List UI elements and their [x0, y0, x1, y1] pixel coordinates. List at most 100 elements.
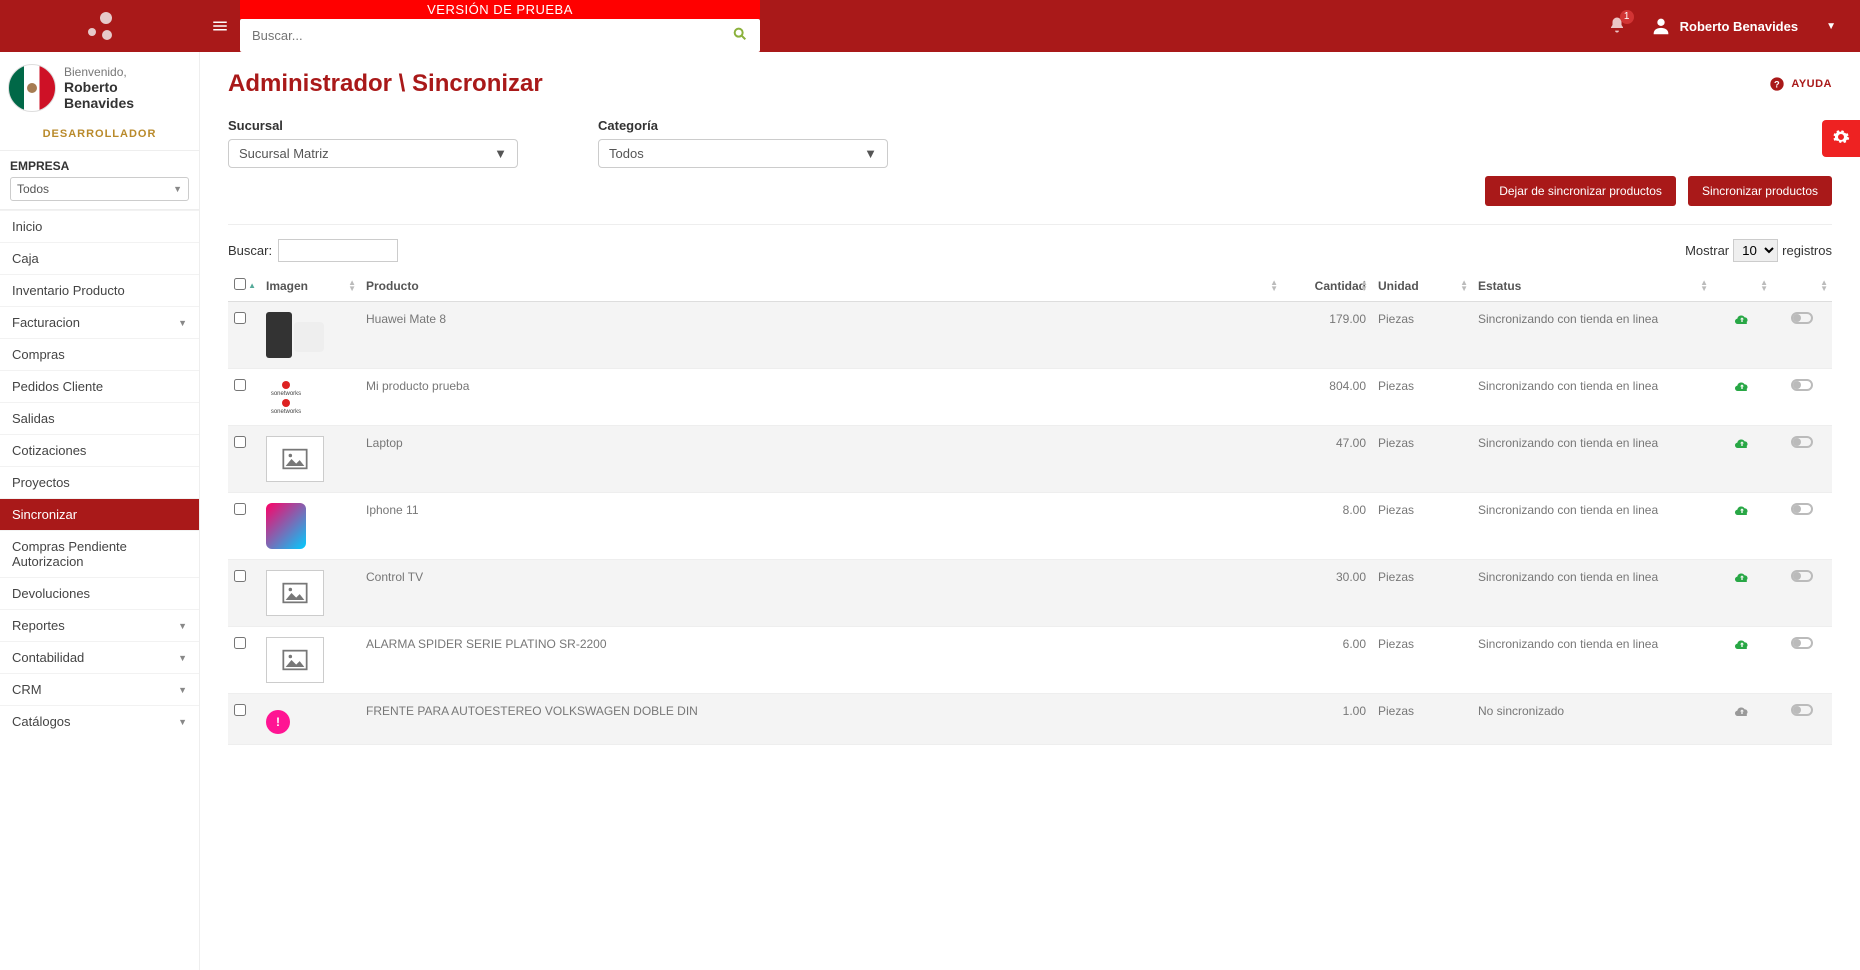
search-area: VERSIÓN DE PRUEBA [240, 0, 760, 52]
menu-toggle[interactable] [200, 0, 240, 52]
cell-unidad: Piezas [1372, 694, 1472, 745]
nav-item-label: Facturacion [12, 315, 80, 330]
nav-item-pedidos-cliente[interactable]: Pedidos Cliente [0, 370, 199, 402]
nav-item-cotizaciones[interactable]: Cotizaciones [0, 434, 199, 466]
nav-item-compras-pendiente-autorizacion[interactable]: Compras Pendiente Autorizacion [0, 530, 199, 577]
search-box [240, 19, 760, 52]
row-checkbox[interactable] [234, 570, 246, 582]
table-row: Control TV30.00PiezasSincronizando con t… [228, 560, 1832, 627]
nav-item-label: Pedidos Cliente [12, 379, 103, 394]
show-suffix: registros [1782, 243, 1832, 258]
user-menu[interactable]: Roberto Benavides ▼ [1650, 15, 1836, 37]
nav-item-inventario-producto[interactable]: Inventario Producto [0, 274, 199, 306]
sync-toggle[interactable] [1791, 436, 1813, 448]
help-label: AYUDA [1791, 78, 1832, 90]
col-toggle[interactable]: ▲▼ [1772, 270, 1832, 302]
col-producto[interactable]: Producto▲▼ [360, 270, 1282, 302]
chevron-down-icon: ▼ [178, 621, 187, 631]
products-table: ▲ Imagen▲▼ Producto▲▼ Cantidad▲▼ Unidad▲… [228, 270, 1832, 745]
nav-item-salidas[interactable]: Salidas [0, 402, 199, 434]
table-search-input[interactable] [278, 239, 398, 262]
cloud-upload-icon[interactable] [1732, 384, 1752, 398]
sync-toggle[interactable] [1791, 704, 1813, 716]
logo[interactable] [0, 0, 200, 52]
cell-estatus: Sincronizando con tienda en linea [1472, 426, 1712, 493]
user-name: Roberto Benavides [1680, 19, 1798, 34]
nav-item-devoluciones[interactable]: Devoluciones [0, 577, 199, 609]
cell-unidad: Piezas [1372, 302, 1472, 369]
cell-producto: Control TV [360, 560, 1282, 627]
nav-item-catálogos[interactable]: Catálogos▼ [0, 705, 199, 737]
cell-producto: Huawei Mate 8 [360, 302, 1282, 369]
col-estatus[interactable]: Estatus▲▼ [1472, 270, 1712, 302]
cell-producto: Iphone 11 [360, 493, 1282, 560]
sync-toggle[interactable] [1791, 379, 1813, 391]
nav-item-inicio[interactable]: Inicio [0, 210, 199, 242]
flag-avatar [8, 64, 56, 112]
sync-toggle[interactable] [1791, 637, 1813, 649]
settings-fab[interactable] [1822, 120, 1860, 157]
col-unidad[interactable]: Unidad▲▼ [1372, 270, 1472, 302]
main-content: Administrador \ Sincronizar ? AYUDA Sucu… [200, 52, 1860, 970]
col-sync-icon[interactable]: ▲▼ [1712, 270, 1772, 302]
search-icon[interactable] [720, 26, 760, 45]
empresa-select[interactable]: Todos ▼ [10, 177, 189, 201]
nav-item-reportes[interactable]: Reportes▼ [0, 609, 199, 641]
table-search-label: Buscar: [228, 243, 272, 258]
nav-item-label: Sincronizar [12, 507, 77, 522]
table-row: ALARMA SPIDER SERIE PLATINO SR-22006.00P… [228, 627, 1832, 694]
user-role: DESARROLLADOR [0, 128, 199, 140]
cloud-upload-icon[interactable] [1732, 508, 1752, 522]
nav-item-label: CRM [12, 682, 42, 697]
nav-item-facturacion[interactable]: Facturacion▼ [0, 306, 199, 338]
search-input[interactable] [240, 22, 720, 49]
cloud-upload-icon[interactable] [1732, 317, 1752, 331]
row-checkbox[interactable] [234, 312, 246, 324]
select-all-checkbox[interactable] [234, 278, 246, 290]
nav-item-label: Caja [12, 251, 39, 266]
nav-item-caja[interactable]: Caja [0, 242, 199, 274]
row-checkbox[interactable] [234, 503, 246, 515]
categoria-label: Categoría [598, 118, 888, 133]
sync-toggle[interactable] [1791, 312, 1813, 324]
nav-item-crm[interactable]: CRM▼ [0, 673, 199, 705]
hamburger-icon [211, 17, 229, 35]
nav-item-label: Inicio [12, 219, 42, 234]
empresa-label: EMPRESA [10, 159, 189, 173]
product-thumbnail: sonetworkssonetworks [266, 381, 306, 415]
cell-producto: FRENTE PARA AUTOESTEREO VOLKSWAGEN DOBLE… [360, 694, 1282, 745]
table-row: Laptop47.00PiezasSincronizando con tiend… [228, 426, 1832, 493]
col-imagen[interactable]: Imagen▲▼ [260, 270, 360, 302]
nav-item-contabilidad[interactable]: Contabilidad▼ [0, 641, 199, 673]
notifications-button[interactable]: 1 [1608, 16, 1626, 37]
nav-item-label: Cotizaciones [12, 443, 86, 458]
col-checkbox[interactable]: ▲ [228, 270, 260, 302]
sync-toggle[interactable] [1791, 570, 1813, 582]
nav-item-proyectos[interactable]: Proyectos [0, 466, 199, 498]
row-checkbox[interactable] [234, 637, 246, 649]
cloud-upload-icon[interactable] [1732, 709, 1752, 723]
sync-toggle[interactable] [1791, 503, 1813, 515]
cloud-upload-icon[interactable] [1732, 575, 1752, 589]
nav-item-label: Catálogos [12, 714, 71, 729]
product-thumbnail [266, 436, 324, 482]
cloud-upload-icon[interactable] [1732, 441, 1752, 455]
row-checkbox[interactable] [234, 436, 246, 448]
stop-sync-button[interactable]: Dejar de sincronizar productos [1485, 176, 1676, 206]
row-checkbox[interactable] [234, 379, 246, 391]
trial-banner: VERSIÓN DE PRUEBA [240, 0, 760, 19]
show-entries-select[interactable]: 10 [1733, 239, 1778, 262]
help-link[interactable]: ? AYUDA [1769, 76, 1832, 92]
notification-badge: 1 [1620, 10, 1634, 24]
col-cantidad[interactable]: Cantidad▲▼ [1282, 270, 1372, 302]
sucursal-select[interactable]: Sucursal Matriz ▼ [228, 139, 518, 168]
row-checkbox[interactable] [234, 704, 246, 716]
sync-button[interactable]: Sincronizar productos [1688, 176, 1832, 206]
cloud-upload-icon[interactable] [1732, 642, 1752, 656]
nav-item-label: Inventario Producto [12, 283, 125, 298]
cell-estatus: No sincronizado [1472, 694, 1712, 745]
nav-item-sincronizar[interactable]: Sincronizar [0, 498, 199, 530]
categoria-select[interactable]: Todos ▼ [598, 139, 888, 168]
nav-item-compras[interactable]: Compras [0, 338, 199, 370]
user-icon [1650, 15, 1672, 37]
